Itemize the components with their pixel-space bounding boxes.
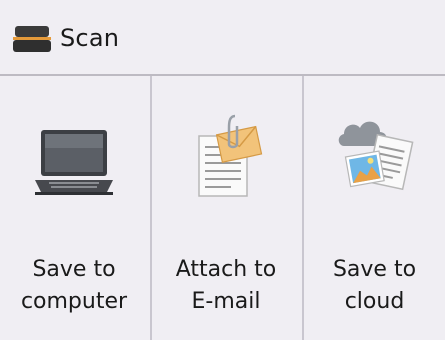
save-to-computer-button[interactable]: Save to computer (0, 76, 148, 340)
email-attachment-icon (152, 100, 300, 210)
header-bar: Scan (0, 0, 445, 76)
scanner-icon (12, 24, 52, 54)
tile-label-line2: computer (20, 289, 128, 314)
tile-label-line1: Save to (332, 257, 417, 282)
save-to-cloud-label: Save to cloud (304, 254, 445, 318)
scan-options: Save to computer Attach to E-mail Save t… (0, 76, 445, 340)
tile-label-line2: cloud (344, 289, 405, 314)
tile-label-line1: Save to (32, 257, 116, 282)
tile-label-line2: E-mail (191, 289, 261, 314)
attach-to-email-button[interactable]: Attach to E-mail (152, 76, 300, 340)
attach-to-email-label: Attach to E-mail (152, 254, 300, 318)
save-to-computer-label: Save to computer (0, 254, 148, 318)
page-title: Scan (60, 24, 120, 52)
tile-label-line1: Attach to (175, 257, 277, 282)
cloud-photo-icon (304, 100, 445, 210)
save-to-cloud-button[interactable]: Save to cloud (304, 76, 445, 340)
scan-menu-screen: Scan Save to computer Attach to E-mail S… (0, 0, 445, 340)
laptop-icon (0, 100, 148, 210)
